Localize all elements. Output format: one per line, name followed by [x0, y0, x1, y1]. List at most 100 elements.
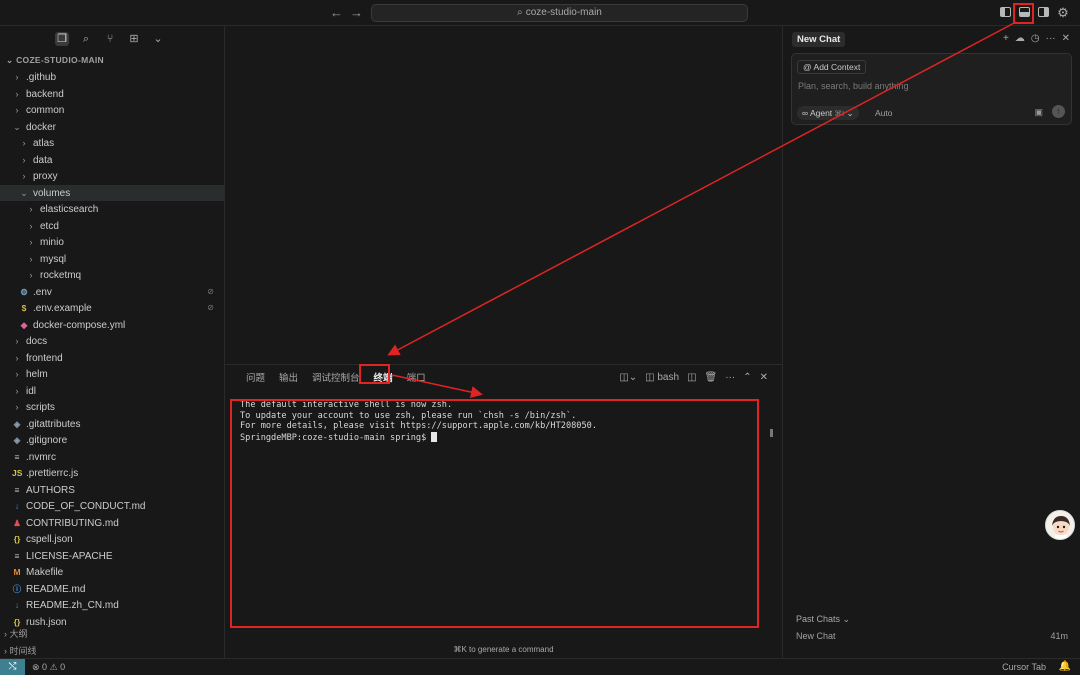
source-control-icon[interactable]: ⑂ [103, 32, 117, 46]
chat-actions: + ☁ ◷ ··· ✕ [1003, 33, 1070, 44]
panel-tab[interactable]: 输出 [272, 371, 305, 387]
tree-file[interactable]: ⚙ .env ⊘ [0, 284, 224, 301]
notification-bell-icon[interactable]: 🔔 [1059, 661, 1071, 672]
add-context-button[interactable]: @ Add Context [797, 60, 867, 74]
tree-file[interactable]: ↓ README.zh_CN.md [0, 597, 224, 614]
tree-folder[interactable]: › backend [0, 86, 224, 103]
file-type-icon: ≡ [14, 550, 20, 561]
tree-folder[interactable]: › scripts [0, 399, 224, 416]
more-icon[interactable]: ··· [1046, 33, 1056, 44]
explorer-files-icon[interactable]: ❐ [55, 32, 69, 46]
tree-file[interactable]: JS .prettierrc.js [0, 465, 224, 482]
tree-item-label: .env [33, 286, 52, 298]
root-folder-label: COZE-STUDIO-MAIN [16, 55, 104, 65]
terminal-shell-selector[interactable]: ◫ bash [645, 371, 679, 385]
back-arrow-icon[interactable]: ← [330, 5, 343, 20]
tree-folder[interactable]: › helm [0, 366, 224, 383]
past-chats-header[interactable]: Past Chats ⌄ [796, 614, 850, 625]
send-button[interactable]: ↑ [1052, 105, 1065, 118]
tree-file[interactable]: ♟ CONTRIBUTING.md [0, 515, 224, 532]
tree-item-label: minio [40, 237, 64, 248]
tree-item-label: idl [26, 385, 37, 397]
tree-folder[interactable]: › data [0, 152, 224, 169]
tree-file[interactable]: ↓ CODE_OF_CONDUCT.md [0, 498, 224, 515]
tree-file[interactable]: $ .env.example ⊘ [0, 300, 224, 317]
close-panel-icon[interactable]: ✕ [760, 371, 768, 385]
panel-tab[interactable]: 问题 [239, 371, 272, 387]
tree-file[interactable]: ⓘ README.md [0, 581, 224, 598]
problems-indicator[interactable]: ⊗ 0 ⚠ 0 [32, 662, 65, 673]
chat-composer[interactable]: @ Add Context Plan, search, build anythi… [791, 53, 1072, 125]
tree-folder[interactable]: › mysql [0, 251, 224, 268]
timeline-section[interactable]: › 时间线 [4, 644, 37, 657]
annotation-box-panel-toggle [1013, 3, 1034, 24]
panel-tab-bar: 问题 输出 调试控制台 终端 端口 [239, 371, 433, 387]
trash-icon[interactable]: 🗑 [705, 371, 718, 385]
toggle-primary-sidebar-icon[interactable] [997, 5, 1013, 20]
extensions-icon[interactable]: ⊞ [127, 32, 141, 46]
settings-gear-icon[interactable]: ⚙ [1055, 5, 1071, 20]
tree-folder[interactable]: › atlas [0, 135, 224, 152]
explorer-root-folder[interactable]: ⌄ COZE-STUDIO-MAIN [6, 55, 104, 66]
tree-folder[interactable]: › minio [0, 234, 224, 251]
tree-folder[interactable]: › rocketmq [0, 267, 224, 284]
cloud-icon[interactable]: ☁ [1015, 33, 1025, 44]
tree-folder[interactable]: › common [0, 102, 224, 119]
remote-indicator-icon[interactable]: ⤭ [0, 659, 25, 675]
plus-icon[interactable]: + [1003, 33, 1009, 44]
tree-file[interactable]: ◈ .gitignore [0, 432, 224, 449]
past-chat-item[interactable]: New Chat 41m [796, 631, 1068, 641]
terminal-scrollbar[interactable] [770, 429, 773, 437]
file-type-icon: $ [21, 303, 27, 313]
tree-folder[interactable]: ⌄ volumes [0, 184, 224, 201]
search-icon: ⌕ [517, 7, 523, 18]
forward-arrow-icon[interactable]: → [350, 5, 363, 20]
tree-folder[interactable]: › .github [0, 69, 224, 86]
tree-file[interactable]: ≡ .nvmrc [0, 449, 224, 466]
chat-tab[interactable]: New Chat [792, 32, 846, 47]
tree-folder[interactable]: › etcd [0, 218, 224, 235]
history-icon[interactable]: ◷ [1031, 33, 1040, 44]
tree-file[interactable]: M Makefile [0, 564, 224, 581]
tree-file[interactable]: ◆ docker-compose.yml [0, 317, 224, 334]
panel-tab[interactable]: 端口 [400, 371, 433, 387]
chevron-right-icon: › [29, 270, 33, 280]
file-type-icon: ≡ [14, 484, 20, 495]
model-selector[interactable]: Auto [875, 108, 893, 118]
annotation-box-terminal-tab [359, 364, 390, 384]
toggle-secondary-sidebar-icon[interactable] [1035, 5, 1051, 20]
tree-file[interactable]: ≡ LICENSE-APACHE [0, 548, 224, 565]
cursor-tab-status[interactable]: Cursor Tab [1002, 662, 1046, 672]
image-attach-icon[interactable]: ▣ [1034, 107, 1043, 118]
tree-item-label: .gitattributes [26, 418, 81, 430]
chevron-right-icon: › [15, 72, 19, 82]
tree-file[interactable]: {} rush.json [0, 614, 224, 631]
composer-placeholder: Plan, search, build anything [798, 81, 909, 91]
command-center-search[interactable]: ⌕ coze-studio-main [371, 4, 748, 22]
file-type-icon: ⓘ [12, 583, 22, 594]
tree-file[interactable]: ≡ AUTHORS [0, 482, 224, 499]
chat-pane: New Chat + ☁ ◷ ··· ✕ @ Add Context Plan,… [782, 26, 1080, 658]
tree-item-label: atlas [33, 138, 55, 149]
past-chats-label: Past Chats [796, 614, 841, 624]
agent-mode-selector[interactable]: ∞ Agent ⌘I ⌄ [797, 106, 859, 120]
tree-folder[interactable]: › proxy [0, 168, 224, 185]
tree-file[interactable]: {} cspell.json [0, 531, 224, 548]
close-icon[interactable]: ✕ [1062, 33, 1070, 44]
tree-file[interactable]: ◈ .gitattributes [0, 416, 224, 433]
new-terminal-dropdown-icon[interactable]: ◫⌄ [619, 371, 637, 385]
outline-section[interactable]: › 大纲 [4, 627, 28, 640]
search-icon[interactable]: ⌕ [79, 32, 93, 46]
tree-item-label: rush.json [26, 616, 67, 628]
chevron-down-icon[interactable]: ⌄ [151, 32, 165, 46]
maximize-panel-icon[interactable]: ⌃ [743, 371, 751, 385]
tree-folder[interactable]: › idl [0, 383, 224, 400]
tree-folder[interactable]: › frontend [0, 350, 224, 367]
panel-tab[interactable]: 调试控制台 [305, 371, 367, 387]
split-terminal-icon[interactable]: ◫ [687, 371, 696, 385]
more-actions-icon[interactable]: ··· [725, 371, 735, 385]
tree-folder[interactable]: ⌄ docker [0, 119, 224, 136]
assistant-avatar[interactable] [1045, 510, 1075, 540]
tree-folder[interactable]: › elasticsearch [0, 201, 224, 218]
tree-folder[interactable]: › docs [0, 333, 224, 350]
